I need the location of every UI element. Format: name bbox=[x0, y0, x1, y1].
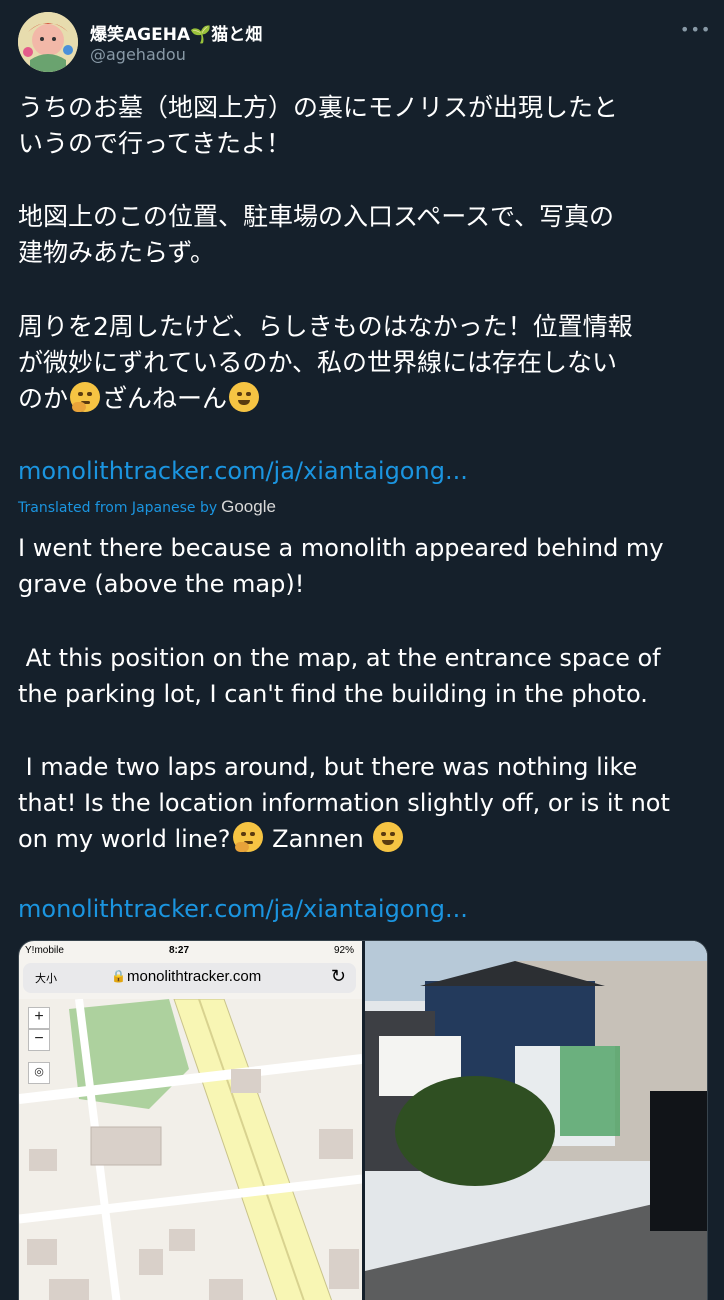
tweet-text-paragraph-2: 地図上のこの位置、駐車場の入口スペースで、写真の 建物みあたらず。 bbox=[18, 202, 615, 267]
rofl-icon-translated bbox=[373, 822, 404, 852]
translation-attribution[interactable]: Translated from Japanese by Google bbox=[18, 497, 276, 517]
more-options-icon[interactable]: ••• bbox=[680, 22, 710, 42]
zoom-out-button[interactable]: − bbox=[28, 1029, 50, 1051]
user-handle[interactable]: @agehadou bbox=[90, 45, 186, 64]
translated-paragraph-3-end: Zannen bbox=[264, 825, 372, 853]
tweet-header: 爆笑AGEHA🌱猫と畑 @agehadou ••• bbox=[18, 12, 710, 76]
translated-paragraph-1: I went there because a monolith appeared… bbox=[18, 534, 664, 598]
photo-phone-screenshot[interactable]: Y!mobile 8:27 92% 大小 🔒 monolithtracker.c… bbox=[19, 941, 362, 1300]
display-name[interactable]: 爆笑AGEHA🌱猫と畑 bbox=[90, 20, 262, 45]
photo-grid: Y!mobile 8:27 92% 大小 🔒 monolithtracker.c… bbox=[18, 940, 708, 1300]
zoom-in-button[interactable]: + bbox=[28, 1007, 50, 1029]
lock-icon: 🔒 bbox=[111, 969, 126, 983]
display-name-text: 爆笑AGEHA bbox=[90, 25, 191, 45]
battery-label: 92% bbox=[333, 945, 354, 956]
tweet-link-2[interactable]: monolithtracker.com/ja/xiantaigong... bbox=[18, 895, 468, 923]
tweet-text-paragraph-3-end: ざんねーん bbox=[102, 384, 228, 413]
thinking-face-icon bbox=[70, 382, 101, 412]
translated-paragraph-2: At this position on the map, at the entr… bbox=[18, 644, 661, 708]
photo-street[interactable] bbox=[365, 941, 707, 1300]
carrier-label: Y!mobile bbox=[25, 945, 64, 956]
avatar-illustration bbox=[18, 12, 78, 72]
sprout-icon: 🌱 bbox=[190, 25, 212, 45]
browser-url-bar: 大小 🔒 monolithtracker.com ↻ bbox=[23, 963, 356, 993]
tweet-text-paragraph-1: うちのお墓（地図上方）の裏にモノリスが出現したと いうので行ってきたよ！ bbox=[18, 93, 619, 158]
tweet-text-paragraph-3: 周りを2周したけど、らしきものはなかった！位置情報 が微妙にずれているのか、私の… bbox=[18, 309, 708, 417]
url-text: monolithtracker.com bbox=[127, 968, 262, 985]
display-name-suffix: 猫と畑 bbox=[211, 25, 263, 45]
translated-paragraph-3: I made two laps around, but there was no… bbox=[18, 749, 708, 857]
google-logo: Google bbox=[221, 497, 276, 516]
reload-icon: ↻ bbox=[330, 966, 346, 986]
locate-icon[interactable]: ◎ bbox=[28, 1062, 50, 1084]
thinking-face-icon-translated bbox=[232, 822, 263, 852]
map-view: + − ◎ bbox=[19, 999, 362, 1300]
tweet-link-1[interactable]: monolithtracker.com/ja/xiantaigong... bbox=[18, 457, 468, 485]
phone-status-bar: Y!mobile 8:27 92% bbox=[19, 941, 362, 963]
text-size-label: 大小 bbox=[35, 973, 57, 985]
translated-label: Translated from Japanese by bbox=[18, 500, 218, 516]
time-label: 8:27 bbox=[169, 945, 190, 956]
rofl-icon bbox=[229, 382, 260, 412]
avatar[interactable] bbox=[18, 12, 78, 72]
street-photo-drawing bbox=[365, 941, 707, 1300]
map-drawing bbox=[19, 999, 362, 1300]
